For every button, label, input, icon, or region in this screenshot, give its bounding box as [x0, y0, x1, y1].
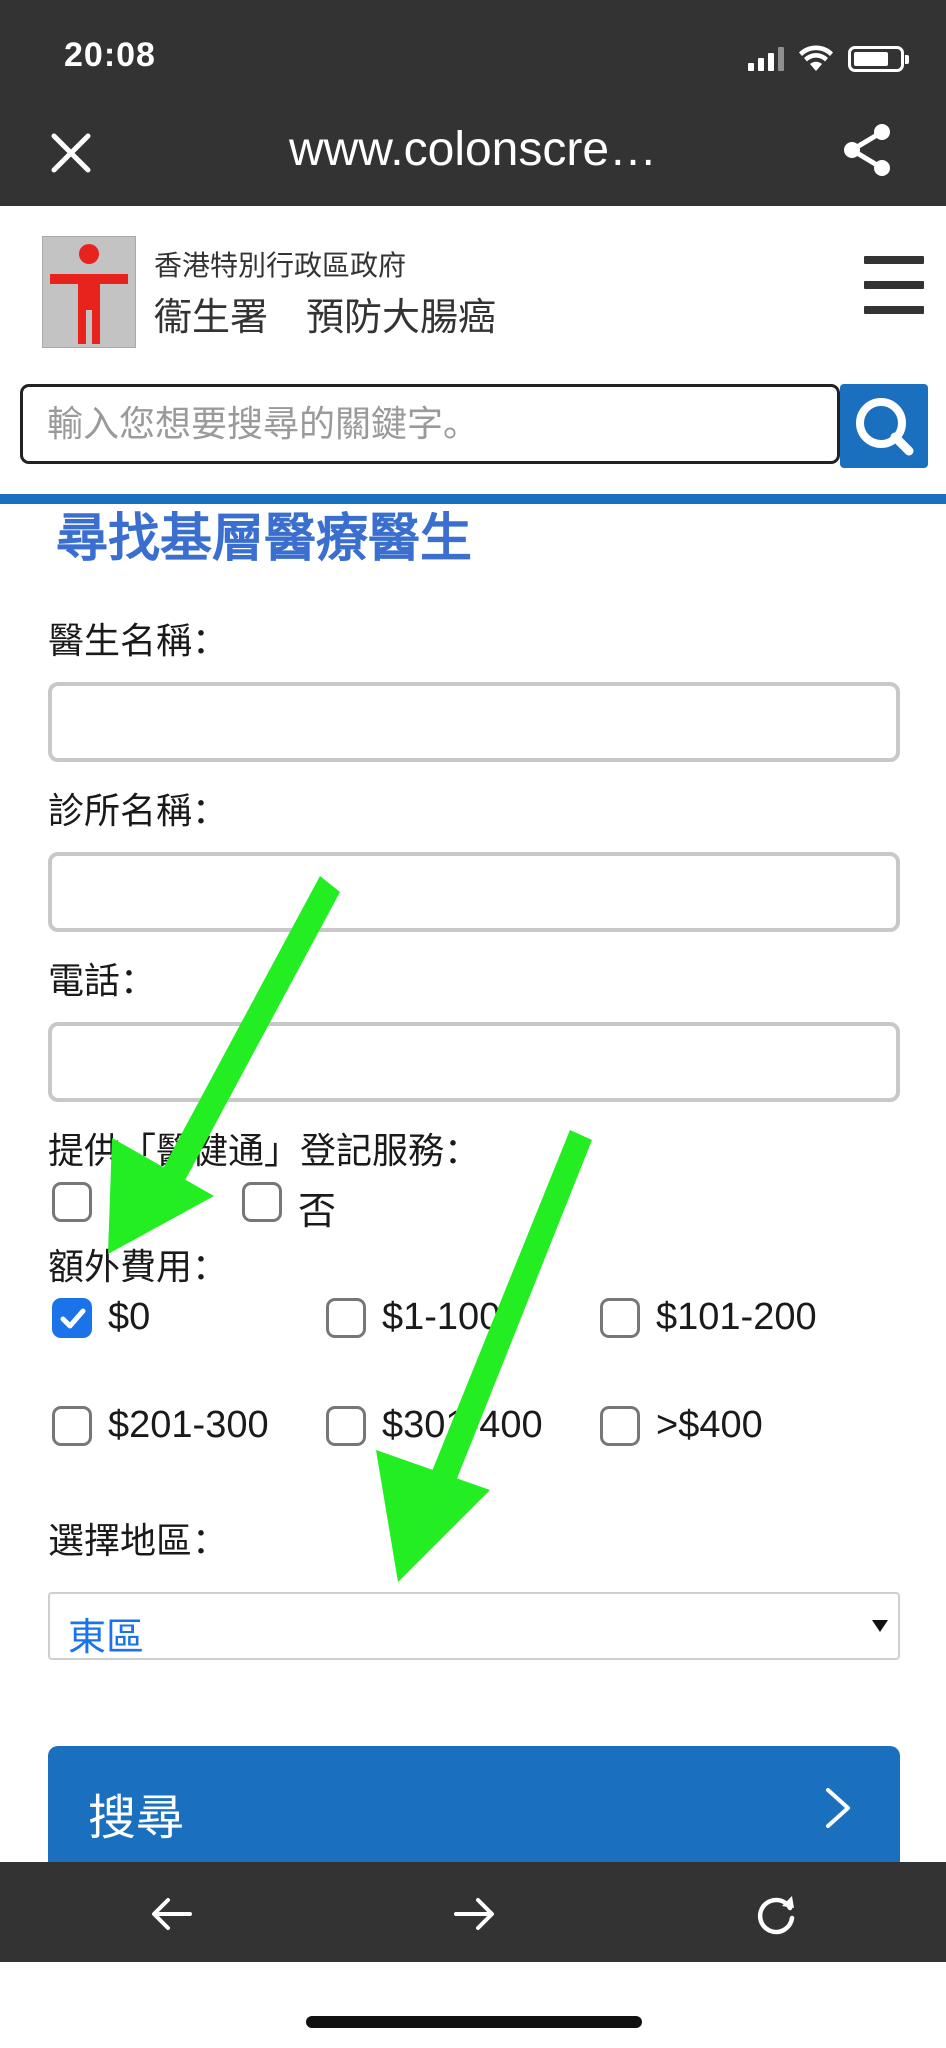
- hamburger-menu-icon[interactable]: [864, 256, 924, 314]
- doctor-name-label: 醫生名稱：: [48, 621, 229, 662]
- fee-0-checkbox[interactable]: [52, 1298, 92, 1338]
- reload-icon[interactable]: [752, 1890, 800, 1938]
- department-logo-icon[interactable]: [42, 236, 136, 348]
- browser-bottom-bar: [0, 1862, 946, 1962]
- fee-101-200-checkbox[interactable]: [600, 1298, 640, 1338]
- fee-301-400-checkbox[interactable]: [326, 1406, 366, 1446]
- fee-301-400-label: $301-400: [382, 1404, 543, 1446]
- checkmark-icon: [60, 1308, 86, 1329]
- doctor-name-field[interactable]: [48, 682, 900, 762]
- clinic-name-field[interactable]: [48, 852, 900, 932]
- ehealth-no-checkbox[interactable]: [242, 1182, 282, 1222]
- ehealth-label: 提供「醫健通」登記服務：: [48, 1131, 481, 1172]
- fee-201-300-checkbox[interactable]: [52, 1406, 92, 1446]
- page-title: 尋找基層醫療醫生: [56, 509, 473, 569]
- department-name: 衞生署 預防大腸癌: [154, 295, 497, 339]
- url-display[interactable]: www.colonscre…: [150, 122, 796, 177]
- fee-0-label: $0: [108, 1296, 151, 1338]
- fee-over-400-label: >$400: [656, 1404, 763, 1446]
- browser-top-bar: 20:08 www.colonscre…: [0, 0, 946, 206]
- battery-icon: [848, 46, 909, 72]
- search-input[interactable]: [20, 384, 840, 464]
- district-label: 選擇地區：: [48, 1521, 229, 1562]
- search-icon: [856, 398, 914, 456]
- fee-1-100-checkbox[interactable]: [326, 1298, 366, 1338]
- ehealth-yes-label: 是: [108, 1191, 147, 1233]
- search-submit-button[interactable]: 搜尋: [48, 1746, 900, 1866]
- district-select[interactable]: 東區: [48, 1592, 900, 1660]
- ehealth-no-label: 否: [298, 1191, 337, 1233]
- district-selected-value: 東區: [68, 1615, 145, 1659]
- home-indicator[interactable]: [306, 2016, 642, 2028]
- status-icons: [748, 44, 909, 74]
- dropdown-caret-icon: [872, 1620, 888, 1632]
- search-submit-label: 搜尋: [88, 1790, 185, 1846]
- fee-1-100-label: $1-100: [382, 1296, 501, 1338]
- fee-101-200-label: $101-200: [656, 1296, 817, 1338]
- forward-arrow-icon[interactable]: [450, 1890, 498, 1938]
- cellular-signal-icon: [748, 47, 784, 71]
- back-arrow-icon[interactable]: [148, 1890, 196, 1938]
- wifi-icon: [799, 45, 833, 71]
- government-name: 香港特別行政區政府: [154, 249, 407, 282]
- search-button[interactable]: [840, 384, 928, 468]
- clinic-name-label: 診所名稱：: [48, 791, 229, 832]
- fee-label: 額外費用：: [48, 1247, 229, 1288]
- annotation-arrow-district: [376, 1130, 592, 1582]
- site-search: [20, 384, 928, 468]
- fee-201-300-label: $201-300: [108, 1404, 269, 1446]
- fee-over-400-checkbox[interactable]: [600, 1406, 640, 1446]
- phone-label: 電話：: [48, 961, 157, 1002]
- site-header: 香港特別行政區政府 衞生署 預防大腸癌: [0, 206, 946, 376]
- phone-field[interactable]: [48, 1022, 900, 1102]
- ehealth-yes-checkbox[interactable]: [52, 1182, 92, 1222]
- share-icon[interactable]: [842, 122, 894, 178]
- status-time: 20:08: [64, 36, 156, 74]
- chevron-right-icon: [826, 1788, 850, 1828]
- close-icon[interactable]: [46, 128, 96, 178]
